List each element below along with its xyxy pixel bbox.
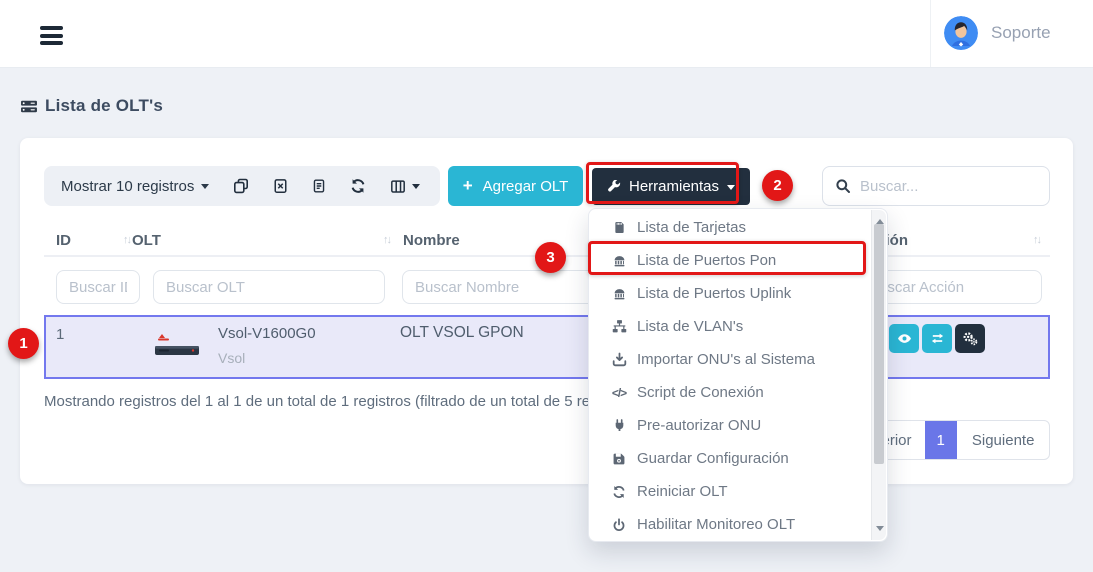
sort-icon[interactable]: ↑↓ (383, 234, 390, 246)
menu-item-guardar-configuracion[interactable]: Guardar Configuración (589, 442, 872, 475)
copy-icon[interactable] (233, 178, 249, 194)
column-visibility-dropdown[interactable] (390, 179, 420, 194)
column-header-id[interactable]: ID ↑↓ (56, 225, 130, 255)
records-summary: Mostrando registros del 1 al 1 de un tot… (44, 393, 639, 410)
chevron-down-icon (201, 184, 209, 193)
navbar-divider (930, 0, 931, 67)
chevron-down-icon (412, 184, 420, 193)
plug-icon (610, 418, 628, 433)
column-header-olt[interactable]: OLT ↑↓ (132, 225, 390, 255)
menu-item-lista-de-tarjetas[interactable]: Lista de Tarjetas (589, 211, 872, 244)
screen: Soporte Lista de OLT's Mostrar 10 regist… (0, 0, 1093, 572)
filter-id-input[interactable] (56, 270, 140, 304)
row-olt-model: Vsol-V1600G0 (218, 325, 316, 342)
row-actions (889, 324, 985, 353)
eye-icon (897, 331, 912, 346)
columns-icon (390, 179, 406, 194)
user-menu[interactable]: Soporte (944, 16, 1051, 50)
dropdown-scrollbar[interactable] (871, 210, 886, 540)
scroll-down-icon[interactable] (876, 526, 884, 535)
add-olt-button[interactable]: + Agregar OLT (448, 166, 583, 206)
menu-item-importar-onus[interactable]: Importar ONU's al Sistema (589, 343, 872, 376)
exchange-arrows-icon (930, 331, 945, 346)
export-excel-icon[interactable] (273, 178, 288, 194)
annotation-step-3: 3 (535, 242, 566, 273)
olt-settings-button[interactable] (955, 324, 985, 353)
ports-icon (610, 287, 628, 301)
menu-item-lista-de-vlans[interactable]: Lista de VLAN's (589, 310, 872, 343)
view-olt-button[interactable] (889, 324, 919, 353)
row-olt-brand: Vsol (218, 350, 245, 366)
import-download-icon (610, 352, 628, 367)
pagination-page-1[interactable]: 1 (925, 421, 957, 459)
sort-icon[interactable]: ↑↓ (1033, 234, 1040, 246)
olt-device-image (152, 329, 204, 365)
transfer-olt-button[interactable] (922, 324, 952, 353)
search-icon (835, 178, 851, 194)
scroll-up-icon[interactable] (876, 215, 884, 224)
vlan-network-icon (610, 319, 628, 334)
code-icon: </> (610, 386, 628, 400)
olt-list-card: Mostrar 10 registros (20, 138, 1073, 484)
file-document-icon[interactable] (312, 178, 326, 194)
row-nombre: OLT VSOL GPON (400, 324, 524, 342)
power-icon (610, 518, 628, 532)
menu-item-lista-de-puertos-uplink[interactable]: Lista de Puertos Uplink (589, 277, 872, 310)
pagination-next[interactable]: Siguiente (957, 421, 1050, 459)
top-navbar: Soporte (0, 0, 1093, 68)
avatar (944, 16, 978, 50)
table-search (822, 166, 1050, 206)
annotation-box-puertos-pon (588, 241, 866, 275)
scrollbar-thumb[interactable] (874, 224, 884, 464)
annotation-box-tools (586, 162, 739, 204)
table-toolbar: Mostrar 10 registros (44, 166, 440, 206)
user-name: Soporte (991, 23, 1051, 43)
search-input[interactable] (860, 178, 1037, 195)
records-per-page-dropdown[interactable]: Mostrar 10 registros (61, 178, 209, 195)
sd-card-icon (610, 220, 628, 235)
annotation-step-1: 1 (8, 328, 39, 359)
table-row[interactable]: 1 Vsol-V1600G0 Vsol OLT VSOL GPON (44, 315, 1050, 379)
page-title: Lista de OLT's (45, 96, 163, 116)
sort-icon[interactable]: ↑↓ (123, 234, 130, 246)
save-icon (610, 452, 628, 466)
menu-item-script-de-conexion[interactable]: </> Script de Conexión (589, 376, 872, 409)
refresh-icon[interactable] (350, 178, 366, 194)
server-icon (20, 98, 38, 115)
page-title-row: Lista de OLT's (20, 96, 163, 116)
gears-icon (962, 331, 978, 346)
filter-olt-input[interactable] (153, 270, 385, 304)
menu-item-pre-autorizar-onu[interactable]: Pre-autorizar ONU (589, 409, 872, 442)
menu-toggle-icon[interactable] (40, 26, 63, 49)
menu-item-habilitar-monitoreo-olt[interactable]: Habilitar Monitoreo OLT (589, 508, 872, 541)
sync-icon (610, 485, 628, 499)
plus-icon: + (463, 176, 473, 196)
menu-item-reiniciar-olt[interactable]: Reiniciar OLT (589, 475, 872, 508)
annotation-step-2: 2 (762, 170, 793, 201)
row-id: 1 (56, 326, 64, 343)
